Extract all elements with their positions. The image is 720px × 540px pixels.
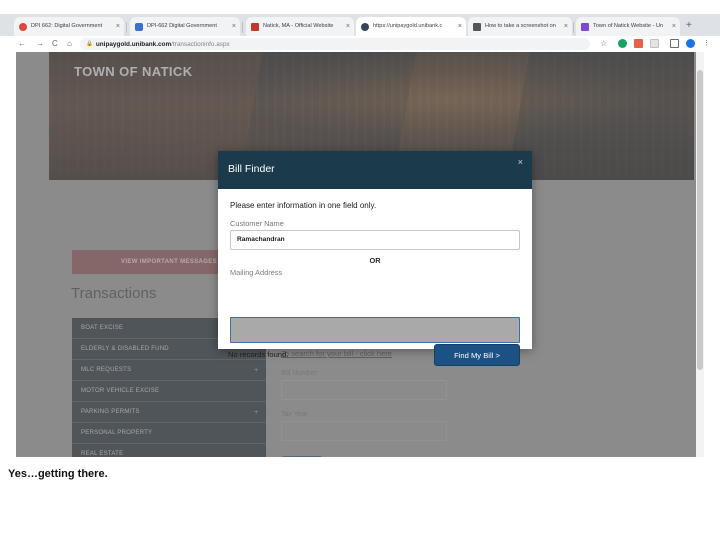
tab-title: https://unipaygold.unibank.c bbox=[373, 23, 443, 29]
tab-favicon bbox=[473, 22, 481, 31]
tab-favicon bbox=[135, 22, 143, 31]
tab-favicon-globe bbox=[361, 22, 369, 31]
lock-icon: 🔒 bbox=[86, 41, 93, 47]
profile-avatar-icon[interactable] bbox=[686, 39, 695, 48]
address-bar[interactable]: 🔒 unipaygold.unibank.com/transactioninfo… bbox=[80, 38, 590, 50]
tab-divider bbox=[242, 22, 243, 33]
modal-instruction: Please enter information in one field on… bbox=[230, 201, 377, 210]
tab-divider bbox=[573, 22, 574, 33]
browser-tab-4[interactable]: How to take a screenshot on × bbox=[468, 17, 572, 36]
back-icon[interactable]: ← bbox=[18, 39, 26, 49]
extension-green-icon[interactable] bbox=[618, 39, 627, 48]
tab-favicon bbox=[251, 22, 259, 31]
browser-chrome: DPI 662: Digital Government × DPI-662 Di… bbox=[0, 14, 720, 52]
page-scrollbar-thumb[interactable] bbox=[697, 70, 703, 370]
web-page: TOWN OF NATICK VIEW IMPORTANT MESSAGES T… bbox=[16, 52, 704, 457]
cast-icon[interactable] bbox=[670, 39, 679, 48]
tab-close-icon[interactable]: × bbox=[346, 23, 350, 31]
tab-close-icon[interactable]: × bbox=[232, 23, 236, 31]
tab-close-icon[interactable]: × bbox=[116, 23, 120, 31]
page-scrollbar-track[interactable] bbox=[696, 52, 704, 457]
tab-favicon bbox=[581, 22, 589, 31]
tab-strip: DPI 662: Digital Government × DPI-662 Di… bbox=[0, 14, 720, 36]
tab-title: How to take a screenshot on bbox=[485, 23, 556, 29]
tab-close-icon[interactable]: × bbox=[564, 23, 568, 31]
or-separator-label: OR bbox=[369, 255, 381, 265]
customer-name-label: Customer Name bbox=[230, 219, 284, 228]
tab-favicon bbox=[19, 22, 27, 31]
browser-tab-3-active[interactable]: https://unipaygold.unibank.c × bbox=[356, 17, 466, 36]
mailing-address-input[interactable] bbox=[230, 317, 520, 343]
page-icon[interactable] bbox=[650, 39, 659, 48]
browser-menu-icon[interactable]: ⋮ bbox=[703, 39, 710, 48]
browser-tab-2[interactable]: Natick, MA - Official Website × bbox=[246, 17, 354, 36]
no-records-message: No records found. bbox=[228, 350, 289, 359]
tab-title: Town of Natick Website - Un bbox=[593, 23, 664, 29]
browser-tab-1[interactable]: DPI-662 Digital Government × bbox=[130, 17, 240, 36]
tab-title: DPI 662: Digital Government bbox=[31, 23, 103, 29]
browser-toolbar: ← → C ⌂ 🔒 unipaygold.unibank.com/transac… bbox=[0, 36, 720, 52]
reload-icon[interactable]: C bbox=[52, 39, 58, 49]
find-my-bill-label: Find My Bill > bbox=[454, 350, 500, 360]
find-my-bill-button[interactable]: Find My Bill > bbox=[434, 344, 520, 366]
modal-header: Bill Finder × bbox=[218, 151, 532, 189]
extension-red-icon[interactable] bbox=[634, 39, 643, 48]
browser-tab-0[interactable]: DPI 662: Digital Government × bbox=[14, 17, 124, 36]
url-domain: unipaygold.unibank.com bbox=[95, 40, 172, 48]
modal-title: Bill Finder bbox=[228, 163, 275, 175]
tab-close-icon[interactable]: × bbox=[672, 23, 676, 31]
bill-finder-modal: Bill Finder × Please enter information i… bbox=[218, 151, 532, 366]
tab-title: Natick, MA - Official Website bbox=[263, 23, 334, 29]
browser-tab-5[interactable]: Town of Natick Website - Un × bbox=[576, 17, 680, 36]
forward-icon[interactable]: → bbox=[36, 39, 44, 49]
tab-divider bbox=[126, 22, 127, 33]
close-icon[interactable]: × bbox=[518, 158, 523, 167]
url-path: /transactioninfo.aspx bbox=[171, 40, 230, 48]
mailing-address-label: Mailing Address bbox=[230, 267, 283, 277]
customer-name-input[interactable] bbox=[230, 229, 520, 250]
home-icon[interactable]: ⌂ bbox=[67, 39, 72, 49]
tab-close-icon[interactable]: × bbox=[458, 23, 462, 31]
tab-title: DPI-662 Digital Government bbox=[147, 23, 217, 29]
modal-body: Please enter information in one field on… bbox=[218, 189, 532, 366]
new-tab-button[interactable]: + bbox=[686, 20, 692, 31]
slide-caption: Yes…getting there. bbox=[8, 468, 108, 480]
star-icon[interactable]: ☆ bbox=[600, 39, 607, 49]
screenshot-root: DPI 662: Digital Government × DPI-662 Di… bbox=[0, 0, 720, 540]
url-text: unipaygold.unibank.com/transactioninfo.a… bbox=[96, 40, 230, 49]
